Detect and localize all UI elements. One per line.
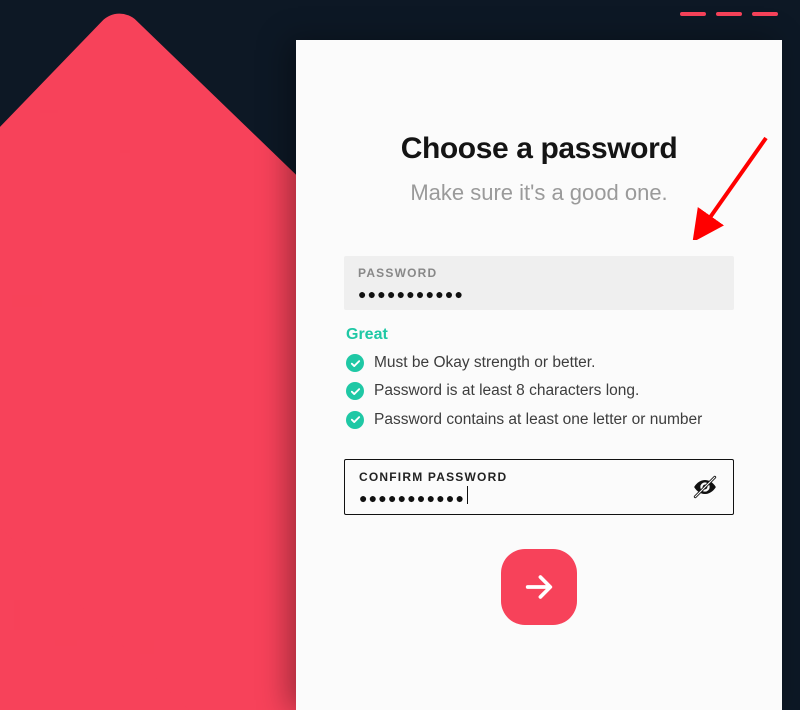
rule-text: Must be Okay strength or better. [374,352,595,374]
confirm-password-label: CONFIRM PASSWORD [359,470,719,484]
visibility-toggle[interactable] [691,473,719,501]
password-label: PASSWORD [358,266,720,280]
eye-off-icon [692,474,718,500]
password-field[interactable]: PASSWORD ●●●●●●●●●●● [344,256,734,310]
menu-indicator[interactable] [680,12,778,16]
arrow-right-icon [522,570,556,604]
next-button[interactable] [501,549,577,625]
strength-panel: Great Must be Okay strength or better. P… [344,326,734,431]
page-subtitle: Make sure it's a good one. [344,180,734,206]
page-title: Choose a password [344,132,734,166]
strength-rating: Great [346,326,732,344]
password-card: Choose a password Make sure it's a good … [296,40,782,710]
check-icon [346,382,364,400]
text-caret [467,486,468,504]
rule-text: Password contains at least one letter or… [374,409,702,431]
rule-item: Must be Okay strength or better. [346,352,732,374]
check-icon [346,411,364,429]
confirm-password-field[interactable]: CONFIRM PASSWORD ●●●●●●●●●●● [344,459,734,515]
check-icon [346,354,364,372]
rule-item: Password contains at least one letter or… [346,409,732,431]
rule-item: Password is at least 8 characters long. [346,380,732,402]
password-input[interactable]: ●●●●●●●●●●● [358,286,720,302]
confirm-password-input[interactable]: ●●●●●●●●●●● [359,490,465,506]
rule-text: Password is at least 8 characters long. [374,380,639,402]
